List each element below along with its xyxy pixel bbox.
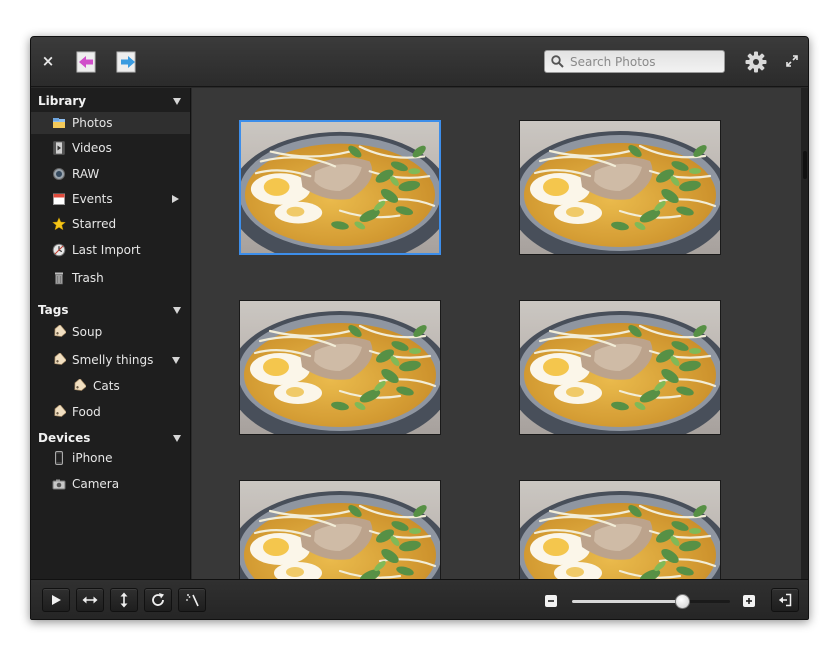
close-button[interactable]: × — [39, 51, 57, 71]
search-box[interactable] — [544, 50, 725, 73]
photo-thumbnail[interactable] — [519, 480, 721, 579]
sidebar-item-label: Camera — [72, 477, 120, 491]
sidebar-item-label: Photos — [72, 116, 113, 130]
sidebar-item-camera[interactable]: Camera — [31, 473, 190, 495]
header-toolbar: × — [31, 37, 808, 87]
forward-arrow-icon[interactable] — [116, 51, 138, 73]
tag-icon — [54, 405, 66, 417]
expand-triangle-icon[interactable] — [172, 195, 179, 203]
flip-vertical-icon — [120, 592, 128, 608]
rotate-button[interactable] — [144, 588, 172, 612]
sidebar-item-label: Trash — [72, 271, 104, 285]
sidebar-item-label: Soup — [72, 325, 103, 339]
sidebar-item-label: Cats — [93, 379, 120, 393]
sidebar-item-cats[interactable]: Cats — [31, 375, 190, 397]
sidebar-item-photos[interactable]: Photos — [31, 112, 190, 134]
sidebar-item-trash[interactable]: Trash — [31, 267, 190, 289]
collapse-triangle-icon[interactable] — [173, 434, 181, 442]
bottom-toolbar — [31, 579, 808, 619]
tags-title: Tags — [38, 303, 69, 317]
flip-horizontal-icon — [82, 596, 98, 604]
vertical-scrollbar[interactable] — [801, 88, 808, 579]
rotate-icon — [152, 593, 164, 606]
raw-icon — [53, 168, 65, 180]
zoom-slider-handle[interactable] — [674, 594, 690, 609]
photo-thumbnail[interactable] — [239, 480, 441, 579]
tag-icon — [54, 353, 66, 365]
sidebar-item-soup[interactable]: Soup — [31, 321, 190, 343]
back-arrow-icon[interactable] — [76, 51, 98, 73]
exit-icon — [779, 593, 792, 607]
minus-icon — [548, 600, 554, 602]
zoom-in-button[interactable] — [743, 595, 755, 607]
sidebar-item-events[interactable]: Events — [31, 188, 190, 210]
soup-photo — [241, 122, 439, 253]
phone-icon — [55, 451, 63, 465]
collapse-triangle-icon[interactable] — [173, 97, 181, 105]
play-icon — [52, 595, 61, 605]
library-title: Library — [38, 94, 87, 108]
sidebar-item-videos[interactable]: Videos — [31, 137, 190, 159]
flip-horizontal-button[interactable] — [76, 588, 104, 612]
slideshow-button[interactable] — [42, 588, 70, 612]
zoom-slider[interactable] — [572, 594, 730, 609]
devices-title: Devices — [38, 431, 91, 445]
devices-group-header[interactable]: Devices — [31, 427, 191, 449]
camera-icon — [52, 479, 66, 490]
sidebar-item-smelly-things[interactable]: Smelly things — [31, 349, 190, 371]
photo-thumbnail[interactable] — [519, 300, 721, 435]
soup-photo — [520, 121, 720, 254]
star-icon — [52, 217, 66, 231]
photos-folder-icon — [53, 118, 65, 128]
photo-thumbnail[interactable] — [239, 120, 441, 255]
sidebar-item-label: Videos — [72, 141, 112, 155]
last-import-icon — [52, 243, 66, 257]
collapse-triangle-icon[interactable] — [173, 306, 181, 314]
collapse-triangle-icon[interactable] — [172, 356, 180, 364]
tags-group-header[interactable]: Tags — [31, 299, 191, 321]
enhance-button[interactable] — [178, 588, 206, 612]
magic-wand-icon — [186, 594, 199, 607]
photo-thumbnail[interactable] — [519, 120, 721, 255]
sidebar-item-last-import[interactable]: Last Import — [31, 239, 190, 261]
soup-photo — [240, 301, 440, 434]
search-icon — [551, 55, 564, 68]
flip-vertical-button[interactable] — [110, 588, 138, 612]
zoom-out-button[interactable] — [545, 595, 557, 607]
sidebar-item-label: iPhone — [72, 451, 113, 465]
sidebar-item-label: Events — [72, 192, 113, 206]
tag-icon — [54, 325, 66, 337]
sidebar-item-raw[interactable]: RAW — [31, 163, 190, 185]
zoom-slider-fill — [572, 600, 683, 603]
plus-icon — [746, 598, 752, 604]
sidebar-item-label: Starred — [72, 217, 117, 231]
sidebar-item-label: Last Import — [72, 243, 141, 257]
video-icon — [53, 141, 65, 155]
sidebar: Library Photos Videos RAW Events Starred… — [31, 88, 191, 579]
sidebar-item-starred[interactable]: Starred — [31, 213, 190, 235]
sidebar-item-food[interactable]: Food — [31, 401, 190, 423]
gear-icon[interactable] — [744, 50, 768, 74]
sidebar-item-label: Food — [72, 405, 101, 419]
fullscreen-icon[interactable] — [783, 52, 801, 70]
calendar-icon — [53, 193, 65, 205]
exit-button[interactable] — [771, 588, 799, 612]
search-input[interactable] — [570, 54, 720, 69]
photo-grid — [192, 88, 801, 579]
soup-photo — [520, 481, 720, 579]
sidebar-item-iphone[interactable]: iPhone — [31, 447, 190, 469]
sidebar-item-label: RAW — [72, 167, 100, 181]
tag-icon — [74, 379, 86, 391]
library-group-header[interactable]: Library — [31, 90, 191, 112]
sidebar-item-label: Smelly things — [72, 353, 154, 367]
scrollbar-thumb[interactable] — [803, 151, 807, 179]
soup-photo — [520, 301, 720, 434]
soup-photo — [240, 481, 440, 579]
photo-app-window: × Search Photos Library Photos Videos RA… — [30, 36, 809, 620]
photo-thumbnail[interactable] — [239, 300, 441, 435]
trash-icon — [55, 272, 63, 285]
